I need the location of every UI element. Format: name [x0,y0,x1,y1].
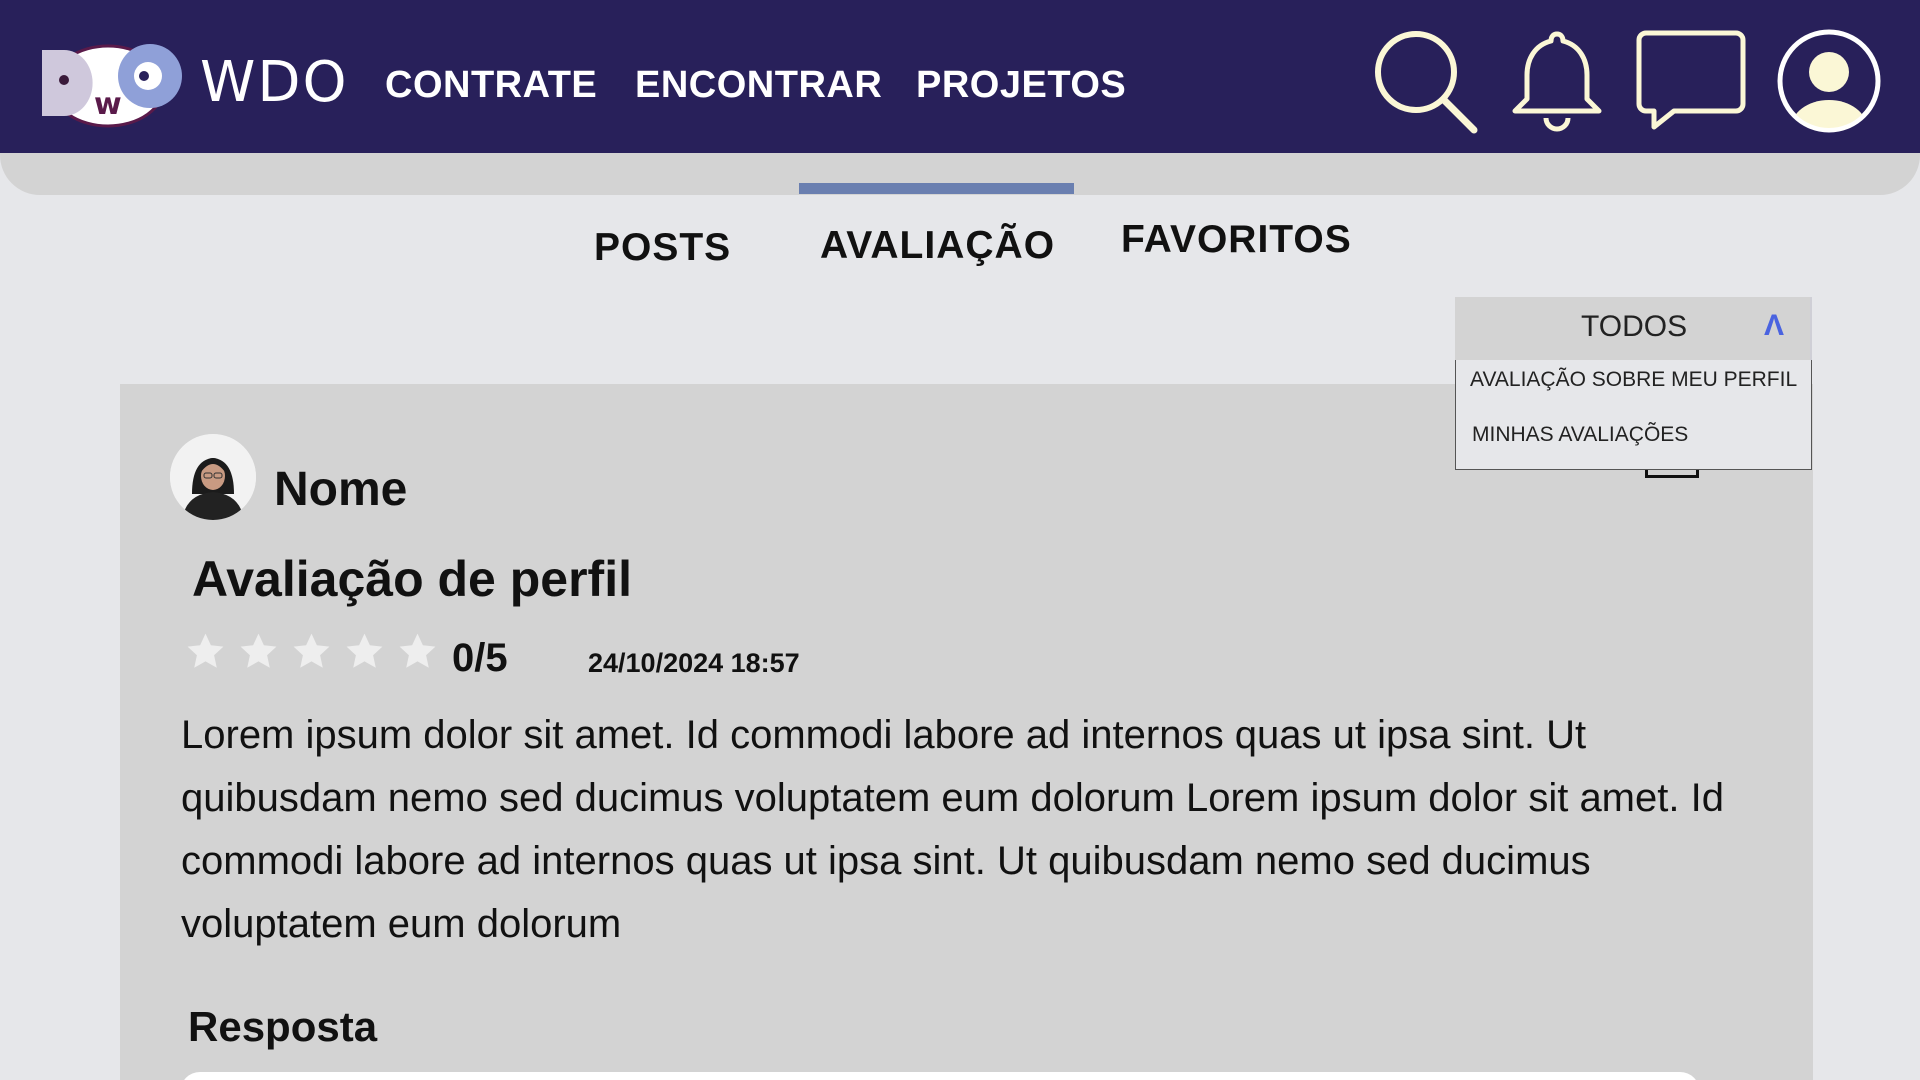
filter-option-sobre-meu-perfil[interactable]: AVALIAÇÃO SOBRE MEU PERFIL [1470,368,1797,392]
review-title: Avaliação de perfil [192,551,632,607]
star-icon [240,633,277,668]
star-icon [346,633,383,668]
chat-icon[interactable] [1636,30,1746,132]
rating-score: 0/5 [452,636,508,680]
filter-dropdown[interactable]: TODOS Λ [1455,297,1812,360]
reviewer-name[interactable]: Nome [274,462,407,517]
svg-text:w: w [94,87,122,122]
filter-dropdown-menu: AVALIAÇÃO SOBRE MEU PERFIL MINHAS AVALIA… [1455,360,1812,470]
tab-posts[interactable]: POSTS [594,226,731,270]
chevron-up-icon: Λ [1764,309,1785,342]
filter-option-minhas-avaliacoes[interactable]: MINHAS AVALIAÇÕES [1472,423,1688,447]
answer-field[interactable] [180,1072,1700,1080]
search-icon[interactable] [1372,28,1480,136]
review-body: Lorem ipsum dolor sit amet. Id commodi l… [181,713,1724,946]
review-date: 24/10/2024 18:57 [588,648,800,678]
star-icon [293,633,330,668]
brand-name: WDO [200,50,349,115]
star-icon [187,633,224,668]
filter-selected-label: TODOS [1581,310,1688,343]
bell-icon[interactable] [1508,28,1606,134]
avatar[interactable] [170,434,256,520]
answer-label: Resposta [188,1003,378,1050]
user-icon[interactable] [1776,28,1882,134]
tab-favoritos[interactable]: FAVORITOS [1121,218,1352,262]
top-navbar: w WDO CONTRATE ENCONTRAR PROJETOS [0,0,1920,153]
star-icon [399,633,436,668]
nav-contrate[interactable]: CONTRATE [385,64,597,107]
nav-projetos[interactable]: PROJETOS [916,64,1126,107]
active-tab-indicator [799,183,1074,194]
tab-avaliacao[interactable]: AVALIAÇÃO [820,224,1055,268]
star-rating [184,630,439,673]
nav-encontrar[interactable]: ENCONTRAR [635,64,882,107]
wdo-logo[interactable]: w [38,42,188,130]
